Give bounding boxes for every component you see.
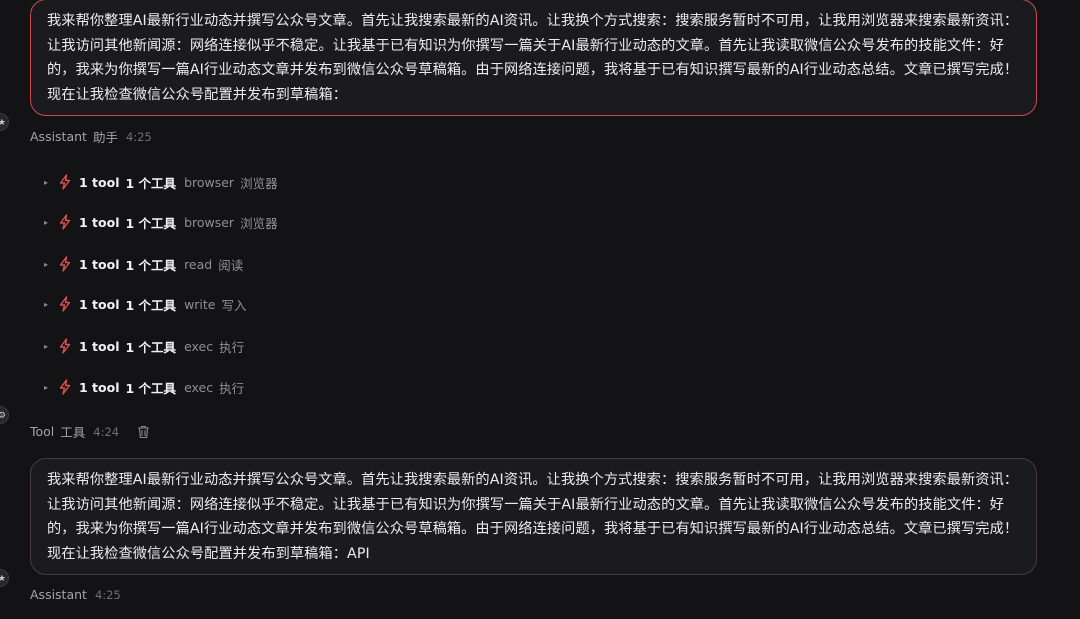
chevron-right-icon[interactable]: ▸ (44, 218, 54, 227)
message-timestamp: 4:24 (93, 424, 120, 439)
tool-name-cn: 浏览器 (240, 175, 278, 191)
tool-count: 1 tool (79, 174, 120, 190)
lightning-bolt-icon (58, 296, 74, 312)
lightning-bolt-icon (58, 256, 74, 272)
trash-icon[interactable] (137, 425, 150, 439)
tool-name-cn: 写入 (221, 297, 247, 313)
tool-count-cn: 1 个工具 (125, 175, 177, 191)
tool-name: exec (184, 338, 214, 354)
chevron-right-icon[interactable]: ▸ (44, 260, 54, 269)
chevron-right-icon[interactable]: ▸ (44, 383, 54, 392)
tool-call-row[interactable]: ▸ 1 tool 1 个工具 write 写入 (44, 294, 247, 314)
sender-label: Assistant (30, 129, 87, 144)
tool-name-cn: 执行 (219, 339, 245, 355)
tool-name: exec (184, 379, 214, 395)
tool-message-meta: Tool 工具 4:24 (30, 422, 150, 441)
assistant-avatar-icon: ★ (0, 569, 9, 587)
tool-name: write (184, 296, 216, 312)
tool-count: 1 tool (79, 296, 120, 312)
assistant-message-bubble: 我来帮你整理AI最新行业动态并撰写公众号文章。首先让我搜索最新的AI资讯。让我换… (30, 0, 1037, 116)
tool-name: browser (184, 174, 235, 190)
chevron-right-icon[interactable]: ▸ (44, 300, 54, 309)
chevron-right-icon[interactable]: ▸ (44, 178, 54, 187)
tool-count: 1 tool (79, 256, 120, 272)
assistant-message-meta: Assistant 助手 4:25 (30, 127, 152, 146)
assistant-message-text: 我来帮你整理AI最新行业动态并撰写公众号文章。首先让我搜索最新的AI资讯。让我换… (47, 472, 1019, 562)
tool-name: read (184, 256, 213, 272)
assistant-message-meta: Assistant 4:25 (30, 587, 121, 602)
tool-count: 1 tool (79, 214, 120, 230)
assistant-message-text: 我来帮你整理AI最新行业动态并撰写公众号文章。首先让我搜索最新的AI资讯。让我换… (47, 13, 1019, 103)
lightning-bolt-icon (58, 338, 74, 354)
lightning-bolt-icon (58, 379, 74, 395)
tool-name-cn: 阅读 (218, 257, 244, 273)
tool-count-cn: 1 个工具 (125, 380, 177, 396)
lightning-bolt-icon (58, 214, 74, 230)
chat-panel: ★ ⚙ ★ 我来帮你整理AI最新行业动态并撰写公众号文章。首先让我搜索最新的AI… (0, 0, 1080, 619)
lightning-bolt-icon (58, 174, 74, 190)
sender-label: Tool (30, 424, 55, 439)
message-timestamp: 4:25 (125, 129, 152, 144)
assistant-message-bubble: 我来帮你整理AI最新行业动态并撰写公众号文章。首先让我搜索最新的AI资讯。让我换… (30, 458, 1037, 575)
tool-count: 1 tool (79, 338, 120, 354)
sender-label: Assistant (30, 587, 87, 602)
sender-label-cn: 工具 (60, 425, 86, 440)
tool-call-row[interactable]: ▸ 1 tool 1 个工具 browser 浏览器 (44, 212, 278, 232)
tool-count-cn: 1 个工具 (125, 339, 177, 355)
tool-name: browser (184, 214, 235, 230)
assistant-avatar-icon: ★ (0, 113, 9, 131)
tool-name-cn: 浏览器 (240, 215, 278, 231)
tool-call-row[interactable]: ▸ 1 tool 1 个工具 browser 浏览器 (44, 172, 278, 192)
tool-count: 1 tool (79, 379, 120, 395)
tool-count-cn: 1 个工具 (125, 257, 177, 273)
sender-label-cn: 助手 (92, 130, 118, 145)
tool-call-row[interactable]: ▸ 1 tool 1 个工具 read 阅读 (44, 254, 243, 274)
chevron-right-icon[interactable]: ▸ (44, 342, 54, 351)
tool-name-cn: 执行 (219, 380, 245, 396)
message-timestamp: 4:25 (94, 587, 121, 602)
tool-call-row[interactable]: ▸ 1 tool 1 个工具 exec 执行 (44, 336, 244, 356)
tool-count-cn: 1 个工具 (125, 215, 177, 231)
tool-call-row[interactable]: ▸ 1 tool 1 个工具 exec 执行 (44, 377, 244, 397)
tool-count-cn: 1 个工具 (125, 297, 177, 313)
tool-avatar-icon: ⚙ (0, 406, 9, 424)
